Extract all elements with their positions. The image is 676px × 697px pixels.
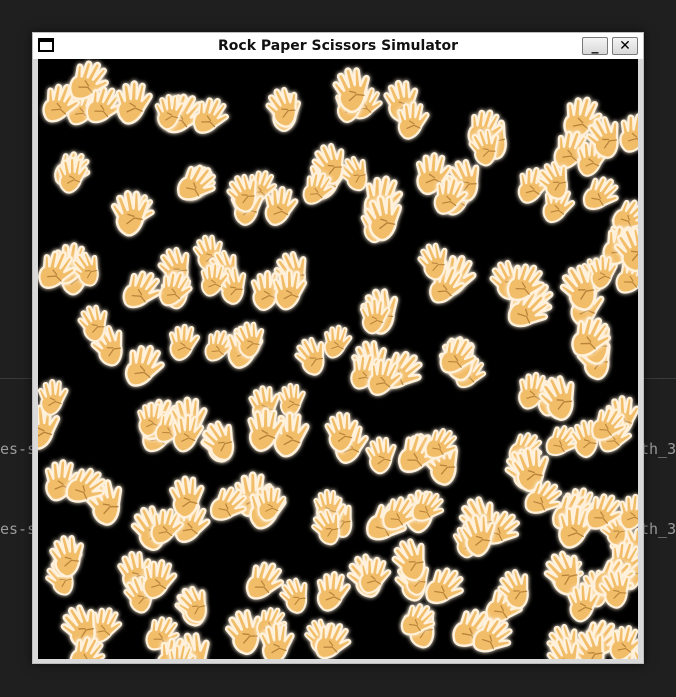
close-button[interactable]: ✕ <box>612 37 638 55</box>
paper-hand-icon <box>299 170 339 214</box>
paper-hand-icon <box>107 187 159 243</box>
paper-hand-icon <box>363 356 408 405</box>
simulator-window[interactable]: Rock Paper Scissors Simulator _ ✕ <box>32 32 644 664</box>
paper-hand-icon <box>544 634 590 659</box>
paper-hand-icon <box>242 405 292 459</box>
paper-hand-icon <box>329 64 380 119</box>
paper-hand-icon <box>268 267 314 317</box>
paper-hand-icon <box>389 535 437 587</box>
paper-hand-icon <box>409 489 449 533</box>
paper-hand-icon <box>53 155 94 200</box>
paper-hand-icon <box>503 261 550 312</box>
minimize-button[interactable]: _ <box>582 37 608 55</box>
paper-hand-icon <box>263 84 309 134</box>
paper-hand-icon <box>567 314 617 368</box>
paper-hand-icon <box>120 342 171 397</box>
paper-hand-icon <box>457 511 505 563</box>
background-text-right-1: th_3 <box>640 440 676 458</box>
paper-hand-icon <box>398 601 440 647</box>
paper-hand-icon <box>583 113 631 165</box>
paper-hand-icon <box>436 335 482 385</box>
paper-hand-icon <box>360 192 412 248</box>
paper-hand-icon <box>196 261 235 304</box>
paper-hand-icon <box>38 248 81 299</box>
paper-hand-icon <box>252 484 292 528</box>
paper-hand-icon <box>415 240 457 286</box>
paper-hand-icon <box>596 567 638 614</box>
paper-hand-icon <box>231 319 272 364</box>
paper-hand-icon <box>311 620 356 659</box>
background-text-right-2: th_3 <box>640 520 676 538</box>
paper-hand-icon <box>628 638 638 659</box>
paper-hand-icon <box>392 99 436 147</box>
paper-hand-icon <box>189 95 234 144</box>
paper-hand-icon <box>163 642 201 659</box>
paper-hand-icon <box>356 296 397 341</box>
paper-hand-icon <box>75 302 117 348</box>
title-bar[interactable]: Rock Paper Scissors Simulator _ ✕ <box>33 33 643 59</box>
paper-hand-icon <box>470 615 517 659</box>
simulation-canvas[interactable] <box>38 59 638 659</box>
paper-hand-icon <box>66 634 110 659</box>
paper-hand-icon <box>38 377 75 422</box>
paper-hand-icon <box>588 405 631 452</box>
paper-hand-icon <box>321 409 367 459</box>
paper-hand-icon <box>535 158 579 206</box>
paper-hand-icon <box>46 532 94 584</box>
paper-hand-icon <box>255 620 302 659</box>
paper-hand-icon <box>151 92 191 136</box>
paper-hand-icon <box>259 184 305 234</box>
paper-hand-icon <box>199 417 245 467</box>
paper-hand-icon <box>422 426 462 470</box>
paper-hand-icon <box>63 465 110 516</box>
window-title: Rock Paper Scissors Simulator <box>218 38 458 54</box>
paper-hand-icon <box>119 268 167 320</box>
paper-hand-icon <box>611 224 638 278</box>
paper-hand-icon <box>165 473 213 525</box>
paper-hand-icon <box>174 162 221 213</box>
paper-hand-icon <box>429 175 473 223</box>
paper-hand-icon <box>309 506 350 551</box>
paper-hand-icon <box>495 566 540 615</box>
paper-hand-icon <box>207 484 252 533</box>
paper-hand-icon <box>614 492 638 538</box>
